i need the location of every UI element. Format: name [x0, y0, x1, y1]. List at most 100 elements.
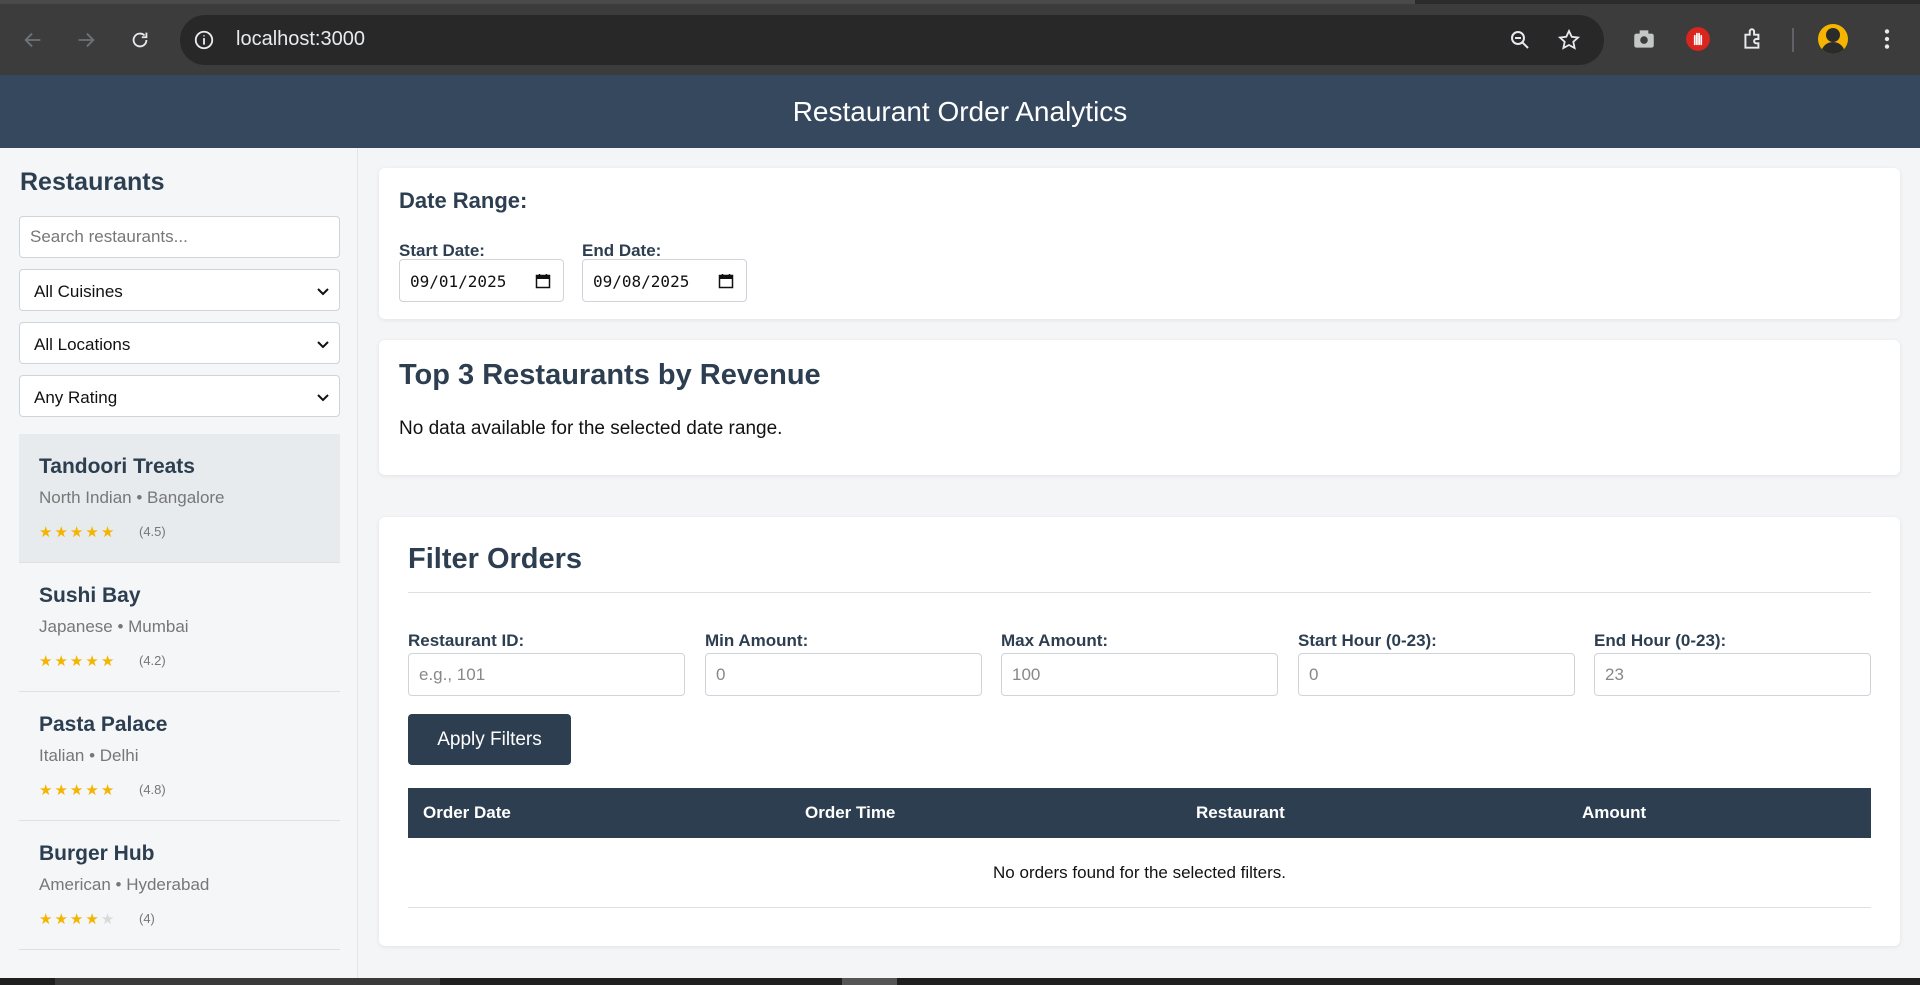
star-icon: ★	[85, 911, 101, 928]
toolbar-divider	[1792, 28, 1794, 52]
star-rating: ★★★★★	[39, 910, 116, 928]
rating-select-value: Any Rating	[34, 388, 118, 407]
sidebar: Restaurants All Cuisines All Locations A…	[0, 148, 358, 978]
calendar-icon[interactable]	[535, 273, 551, 289]
start-date-input[interactable]: 09/01/2025	[399, 259, 564, 302]
url-text[interactable]: localhost:3000	[236, 28, 365, 51]
star-icon: ★	[39, 653, 55, 670]
chevron-down-icon	[317, 341, 329, 349]
star-icon: ★	[39, 911, 55, 928]
forward-button[interactable]	[68, 22, 104, 58]
location-select-value: All Locations	[34, 335, 131, 354]
app-root: Restaurant Order Analytics Restaurants A…	[0, 75, 1920, 978]
orders-empty-message: No orders found for the selected filters…	[408, 838, 1871, 908]
star-rating: ★★★★★	[39, 781, 116, 799]
taskbar-strip	[0, 978, 1920, 985]
app-header: Restaurant Order Analytics	[0, 75, 1920, 148]
rating-value: (4.2)	[139, 653, 166, 668]
top-restaurants-heading: Top 3 Restaurants by Revenue	[399, 359, 821, 391]
star-icon: ★	[85, 524, 101, 541]
restaurant-name: Sushi Bay	[39, 584, 141, 607]
restaurant-name: Burger Hub	[39, 842, 155, 865]
top-restaurants-card: Top 3 Restaurants by Revenue No data ava…	[379, 340, 1900, 475]
star-icon: ★	[100, 782, 117, 799]
info-icon[interactable]	[193, 29, 215, 51]
restaurant-name: Tandoori Treats	[39, 455, 195, 478]
filter-orders-heading: Filter Orders	[408, 543, 583, 575]
end-date-value: 09/08/2025	[593, 272, 690, 291]
min-amount-input[interactable]	[705, 653, 982, 696]
max-amount-label: Max Amount:	[1001, 631, 1109, 650]
cuisine-select[interactable]: All Cuisines	[19, 269, 340, 311]
end-hour-label: End Hour (0-23):	[1594, 631, 1727, 650]
star-icon: ★	[100, 524, 117, 541]
bookmark-star-icon[interactable]	[1557, 28, 1581, 52]
start-hour-input[interactable]	[1298, 653, 1575, 696]
star-icon: ★	[54, 911, 70, 928]
filter-orders-card: Filter Orders Restaurant ID: Min Amount:…	[379, 517, 1900, 946]
extensions-puzzle-icon[interactable]	[1740, 26, 1766, 52]
star-icon: ★	[85, 653, 101, 670]
divider	[408, 592, 1871, 593]
address-bar[interactable]: localhost:3000	[180, 15, 1604, 65]
restaurant-item[interactable]: Tandoori Treats North Indian • Bangalore…	[19, 434, 340, 563]
restaurant-list: Tandoori Treats North Indian • Bangalore…	[19, 434, 340, 950]
min-amount-label: Min Amount:	[705, 631, 809, 650]
top-restaurants-empty-message: No data available for the selected date …	[399, 418, 783, 439]
star-icon: ★	[39, 524, 55, 541]
arrow-right-icon	[78, 32, 95, 48]
restaurant-item[interactable]: Sushi Bay Japanese • Mumbai ★★★★★ (4.2)	[19, 563, 340, 692]
column-header-restaurant[interactable]: Restaurant	[1196, 803, 1285, 823]
browser-toolbar: localhost:3000	[0, 0, 1920, 75]
search-input[interactable]	[19, 216, 340, 258]
restaurant-id-input[interactable]	[408, 653, 685, 696]
arrow-left-icon	[24, 32, 41, 48]
restaurant-item[interactable]: Burger Hub American • Hyderabad ★★★★★ (4…	[19, 821, 340, 950]
orders-table-header: Order Date Order Time Restaurant Amount	[408, 788, 1871, 838]
column-header-amount[interactable]: Amount	[1582, 803, 1646, 823]
star-icon: ★	[69, 911, 86, 928]
star-icon: ★	[54, 782, 70, 799]
star-icon: ★	[54, 653, 70, 670]
cuisine-select-value: All Cuisines	[34, 282, 123, 301]
reload-button[interactable]	[122, 22, 158, 58]
star-icon: ★	[69, 782, 86, 799]
star-icon: ★	[39, 782, 55, 799]
rating-value: (4.8)	[139, 782, 166, 797]
date-range-heading: Date Range:	[399, 188, 528, 213]
restaurant-meta: North Indian • Bangalore	[39, 488, 225, 507]
camera-icon[interactable]	[1631, 26, 1657, 52]
start-date-label: Start Date:	[399, 241, 485, 260]
restaurant-id-label: Restaurant ID:	[408, 631, 525, 650]
rating-value: (4.5)	[139, 524, 166, 539]
star-icon: ★	[54, 524, 70, 541]
start-hour-label: Start Hour (0-23):	[1298, 631, 1437, 650]
more-menu-icon[interactable]	[1874, 26, 1900, 52]
back-button[interactable]	[15, 22, 51, 58]
chevron-down-icon	[317, 394, 329, 402]
end-date-input[interactable]: 09/08/2025	[582, 259, 747, 302]
rating-select[interactable]: Any Rating	[19, 375, 340, 417]
zoom-icon[interactable]	[1508, 28, 1532, 52]
star-icon: ★	[85, 782, 101, 799]
column-header-order-date[interactable]: Order Date	[423, 803, 511, 823]
apply-filters-button[interactable]: Apply Filters	[408, 714, 571, 765]
location-select[interactable]: All Locations	[19, 322, 340, 364]
column-header-order-time[interactable]: Order Time	[805, 803, 895, 823]
calendar-icon[interactable]	[718, 273, 734, 289]
restaurant-meta: Japanese • Mumbai	[39, 617, 189, 636]
star-icon: ★	[69, 653, 86, 670]
rating-value: (4)	[139, 911, 155, 926]
star-icon: ★	[100, 653, 117, 670]
chevron-down-icon	[317, 288, 329, 296]
restaurant-name: Pasta Palace	[39, 713, 168, 736]
restaurant-item[interactable]: Pasta Palace Italian • Delhi ★★★★★ (4.8)	[19, 692, 340, 821]
profile-avatar[interactable]	[1818, 24, 1848, 54]
star-rating: ★★★★★	[39, 652, 116, 670]
end-date-label: End Date:	[582, 241, 662, 260]
stop-hand-icon[interactable]	[1685, 26, 1711, 52]
star-icon: ★	[100, 911, 117, 928]
max-amount-input[interactable]	[1001, 653, 1278, 696]
reload-icon	[132, 32, 148, 48]
end-hour-input[interactable]	[1594, 653, 1871, 696]
